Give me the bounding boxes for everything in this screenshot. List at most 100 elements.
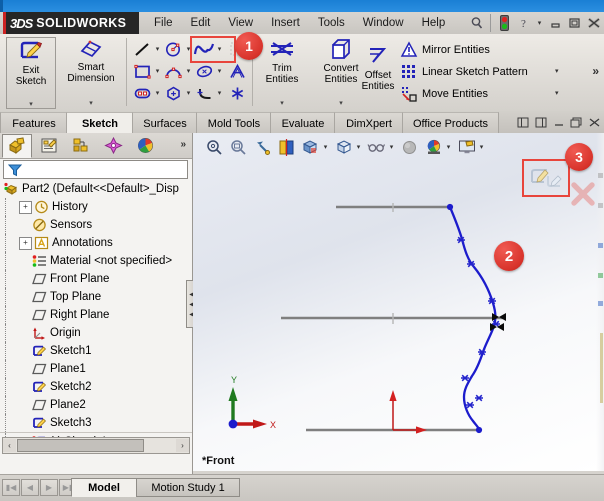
first-icon[interactable]: ▮◀ — [2, 479, 20, 496]
menu-view[interactable]: View — [219, 17, 262, 29]
menu-help[interactable]: Help — [413, 17, 455, 29]
tab-sketch[interactable]: Sketch — [66, 112, 134, 135]
next-icon[interactable]: ▶ — [40, 479, 58, 496]
feature-tree-item-label: Annotations — [52, 237, 113, 249]
line-dropdown[interactable]: ▾ — [153, 45, 162, 53]
help-dropdown-icon[interactable]: ▾ — [534, 15, 545, 31]
rectangle-dropdown[interactable]: ▾ — [153, 67, 162, 75]
offset-entities-button[interactable]: Offset Entities — [352, 46, 404, 108]
menu-edit[interactable]: Edit — [182, 17, 220, 29]
viewport-close-icon[interactable] — [587, 116, 602, 130]
tab-model[interactable]: Model — [71, 478, 137, 497]
feature-tree-item-front-plane[interactable]: Front Plane — [0, 270, 192, 288]
feature-manager-tab[interactable] — [2, 133, 32, 158]
feature-tree-item-origin[interactable]: Origin — [0, 324, 192, 342]
dimxpert-icon — [103, 137, 123, 154]
task-pane-strip[interactable] — [596, 133, 604, 471]
feature-tree-item-plane2[interactable]: Plane2 — [0, 396, 192, 414]
convert-entities-dropdown[interactable]: ▾ — [339, 99, 343, 107]
hscroll-thumb[interactable] — [17, 439, 144, 452]
point-tool[interactable] — [226, 83, 248, 103]
property-manager-tab[interactable] — [34, 134, 64, 158]
rectangle-tool[interactable] — [131, 61, 153, 81]
feature-tree-item-annotations[interactable]: + Annotations — [0, 234, 192, 252]
menu-insert[interactable]: Insert — [262, 17, 309, 29]
fillet-tool[interactable] — [193, 83, 215, 103]
traffic-light-icon[interactable] — [496, 15, 513, 31]
minimize-button[interactable] — [547, 15, 564, 31]
slot-tool[interactable] — [131, 83, 153, 103]
polygon-tool[interactable] — [162, 83, 184, 103]
arc-dropdown[interactable]: ▾ — [184, 67, 193, 75]
ellipse-tool[interactable] — [193, 61, 215, 81]
linear-sketch-pattern-button[interactable]: Linear Sketch Pattern — [400, 62, 565, 82]
feature-tree-item-plane1[interactable]: Plane1 — [0, 360, 192, 378]
cancel-sketch-button[interactable] — [570, 181, 596, 207]
ribbon-overflow-button[interactable]: » — [592, 64, 599, 78]
menu-window[interactable]: Window — [354, 17, 413, 29]
split-horizontal-icon[interactable] — [515, 116, 530, 130]
trim-entities-dropdown[interactable]: ▾ — [280, 99, 284, 107]
smart-dimension-button[interactable]: Smart Dimension ▾ — [60, 37, 122, 107]
graphics-area[interactable]: ▾ ▾ ▾ ▾ ▾ Y X *Front — [193, 133, 604, 471]
line-tool[interactable] — [131, 39, 153, 59]
maximize-button[interactable] — [566, 15, 583, 31]
linear-sketch-pattern-dropdown[interactable]: ▾ — [555, 67, 559, 75]
feature-tree-item-sketch1[interactable]: Sketch1 — [0, 342, 192, 360]
hscroll-right-arrow[interactable]: › — [176, 439, 189, 452]
feature-tree-filter[interactable] — [3, 160, 188, 179]
feature-tree-item-right-plane[interactable]: Right Plane — [0, 306, 192, 324]
prev-icon[interactable]: ◀ — [21, 479, 39, 496]
close-button[interactable] — [585, 15, 602, 31]
arc-tool[interactable] — [162, 61, 184, 81]
tab-dimxpert[interactable]: DimXpert — [334, 112, 404, 134]
viewport-minimize-icon[interactable] — [551, 116, 566, 130]
dimxpert-manager-tab[interactable] — [98, 134, 128, 158]
fillet-dropdown[interactable]: ▾ — [215, 89, 224, 97]
help-icon[interactable]: ? — [515, 15, 532, 31]
menu-file[interactable]: File — [145, 17, 182, 29]
tab-features[interactable]: Features — [0, 112, 68, 134]
display-manager-tab[interactable] — [130, 134, 160, 158]
feature-tree-item-top-plane[interactable]: Top Plane — [0, 288, 192, 306]
ellipse-dropdown[interactable]: ▾ — [215, 67, 224, 75]
confirm-exit-sketch-button[interactable] — [522, 159, 570, 197]
tab-office-products[interactable]: Office Products — [402, 112, 499, 134]
tab-evaluate[interactable]: Evaluate — [270, 112, 336, 134]
cancel-sketch-icon — [571, 182, 595, 206]
exit-sketch-button[interactable]: Exit Sketch ▾ — [6, 37, 56, 109]
spline-start-point[interactable] — [446, 203, 454, 211]
orientation-triad: Y X — [228, 375, 276, 430]
tab-motion-study[interactable]: Motion Study 1 — [136, 478, 240, 497]
configuration-manager-tab[interactable] — [66, 134, 96, 158]
search-icon[interactable] — [468, 15, 485, 31]
move-entities-button[interactable]: Move Entities — [400, 84, 565, 104]
mirror-entities-button[interactable]: Mirror Entities — [400, 40, 565, 60]
spline-end-point[interactable] — [475, 426, 483, 434]
tree-expander[interactable]: + — [19, 236, 32, 250]
feature-tree-item-material-not-specified[interactable]: Material <not specified> — [0, 252, 192, 270]
exit-sketch-dropdown[interactable]: ▾ — [29, 100, 33, 108]
text-tool[interactable] — [226, 61, 248, 81]
polygon-dropdown[interactable]: ▾ — [184, 89, 193, 97]
feature-tree-item-sketch2[interactable]: Sketch2 — [0, 378, 192, 396]
trim-entities-button[interactable]: Trim Entities ▾ — [256, 37, 308, 107]
feature-tree-item-history[interactable]: + History — [0, 198, 192, 216]
feature-tree-item-sketch3[interactable]: Sketch3 — [0, 414, 192, 432]
feature-tree-item-part2-default-default-disp[interactable]: Part2 (Default<<Default>_Disp — [0, 180, 192, 198]
manager-tabs-overflow[interactable]: » — [180, 139, 186, 150]
viewport-window-buttons — [515, 113, 602, 132]
tab-surfaces[interactable]: Surfaces — [132, 112, 198, 134]
tab-mold-tools[interactable]: Mold Tools — [196, 112, 272, 134]
split-vertical-icon[interactable] — [533, 116, 548, 130]
slot-dropdown[interactable]: ▾ — [153, 89, 162, 97]
move-entities-dropdown[interactable]: ▾ — [555, 89, 559, 97]
menu-tools[interactable]: Tools — [309, 17, 354, 29]
hscroll-left-arrow[interactable]: ‹ — [3, 439, 16, 452]
smart-dimension-dropdown[interactable]: ▾ — [89, 99, 93, 107]
feature-tree-hscrollbar[interactable]: ‹ › — [2, 437, 190, 454]
feature-tree-item-sensors[interactable]: Sensors — [0, 216, 192, 234]
tree-expander[interactable]: + — [19, 200, 32, 214]
circle-tool[interactable] — [162, 39, 184, 59]
viewport-restore-icon[interactable] — [569, 116, 584, 130]
